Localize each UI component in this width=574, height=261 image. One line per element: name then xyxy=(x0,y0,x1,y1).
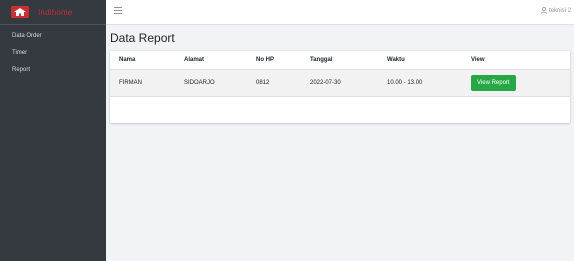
report-table: Nama Alamat No HP Tanggal Waktu View FIR… xyxy=(110,51,570,97)
user-menu[interactable]: teknisi 2 xyxy=(541,7,571,14)
cell-nama: FIRMAN xyxy=(110,69,184,97)
report-card: Nama Alamat No HP Tanggal Waktu View FIR… xyxy=(110,51,570,123)
user-icon xyxy=(541,7,547,14)
user-name: teknisi 2 xyxy=(548,7,571,14)
column-header-alamat: Alamat xyxy=(184,51,256,70)
table-header-row: Nama Alamat No HP Tanggal Waktu View xyxy=(110,51,570,70)
app-window: Indihome Data Order Timer Report teknisi… xyxy=(0,0,574,261)
sidebar-item-data-order[interactable]: Data Order xyxy=(0,31,106,48)
sidebar-nav: Data Order Timer Report xyxy=(0,25,106,82)
cell-view: View Report xyxy=(471,69,570,97)
sidebar-item-timer[interactable]: Timer xyxy=(0,48,106,65)
brand-name: Indihome xyxy=(38,7,73,17)
cell-alamat: SIDOARJO xyxy=(184,69,256,97)
sidebar-item-report[interactable]: Report xyxy=(0,65,106,82)
main-content: Data Report Nama Alamat No HP Tanggal Wa… xyxy=(106,25,574,261)
sidebar: Indihome Data Order Timer Report xyxy=(0,0,106,261)
cell-nohp: 0812 xyxy=(256,69,310,97)
cell-waktu: 10.00 - 13.00 xyxy=(387,69,471,97)
page-title: Data Report xyxy=(110,31,175,45)
column-header-view: View xyxy=(471,51,570,70)
column-header-nama: Nama xyxy=(110,51,184,70)
house-logo-icon xyxy=(11,6,29,18)
cell-tanggal: 2022-07-30 xyxy=(310,69,387,97)
table-row: FIRMAN SIDOARJO 0812 2022-07-30 10.00 - … xyxy=(110,69,570,97)
column-header-waktu: Waktu xyxy=(387,51,471,70)
column-header-tanggal: Tanggal xyxy=(310,51,387,70)
column-header-nohp: No HP xyxy=(256,51,310,70)
hamburger-icon[interactable] xyxy=(114,7,122,15)
topbar: teknisi 2 xyxy=(106,0,574,25)
brand[interactable]: Indihome xyxy=(0,0,106,25)
view-report-button[interactable]: View Report xyxy=(471,75,516,91)
